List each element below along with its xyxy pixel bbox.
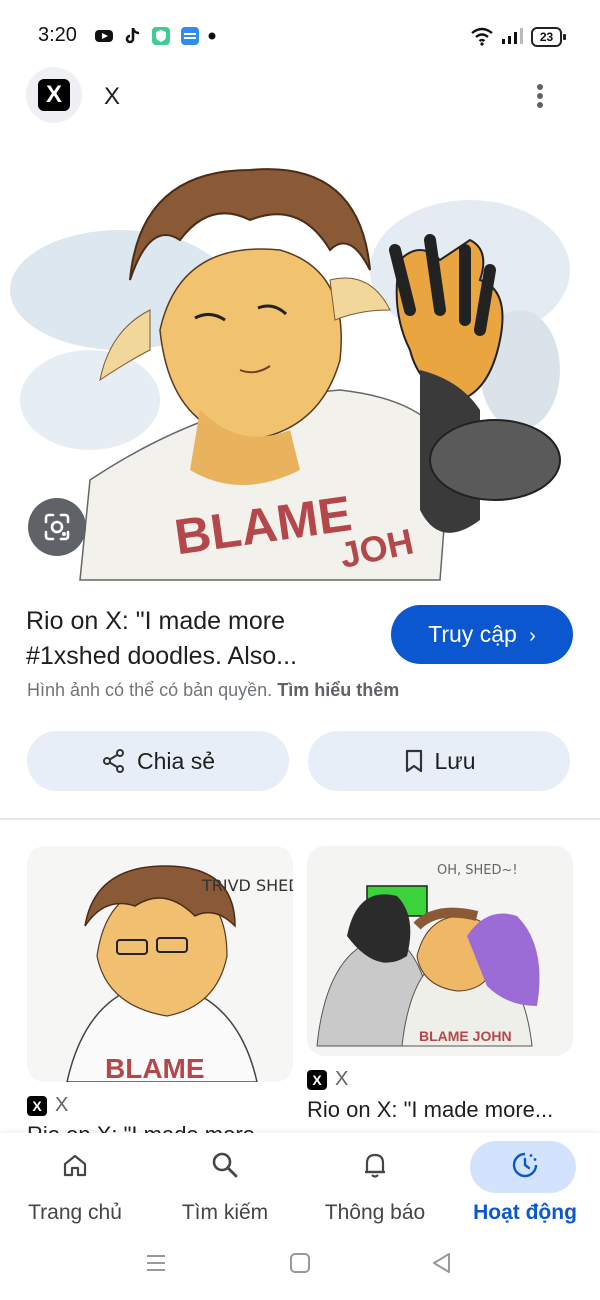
- signal-icon: [502, 28, 523, 44]
- share-icon: [103, 749, 124, 773]
- related-shirt-text-1: BLAME: [105, 1053, 205, 1082]
- copyright-notice: Hình ảnh có thể có bản quyền. Tìm hiểu t…: [27, 680, 399, 701]
- battery-indicator: 23: [531, 27, 566, 47]
- nav-activity-label: Hoạt động: [473, 1201, 577, 1224]
- learn-more-link[interactable]: Tìm hiểu thêm: [277, 680, 399, 700]
- related-title-2[interactable]: Rio on X: "I made more...: [307, 1097, 573, 1127]
- lens-icon: [44, 513, 70, 541]
- recent-apps-icon[interactable]: [145, 1253, 167, 1273]
- copyright-text: Hình ảnh có thể có bản quyền.: [27, 680, 273, 700]
- vpn-shield-icon: [152, 27, 170, 45]
- section-divider: [0, 818, 600, 820]
- home-button-icon[interactable]: [289, 1252, 311, 1274]
- nav-notifications-label: Thông báo: [324, 1201, 426, 1224]
- related-source-2[interactable]: X X: [307, 1068, 348, 1091]
- wifi-icon: [471, 27, 493, 46]
- nav-activity[interactable]: Hoạt động: [450, 1133, 600, 1241]
- result-title[interactable]: Rio on X: "I made more #1xshed doodles. …: [26, 604, 366, 674]
- site-name[interactable]: X: [104, 83, 120, 111]
- nav-search[interactable]: Tìm kiếm: [150, 1133, 300, 1241]
- more-options-icon[interactable]: [526, 82, 554, 110]
- save-label: Lưu: [434, 747, 476, 774]
- visit-button[interactable]: Truy cập ›: [391, 605, 573, 664]
- related-art-text-1: TRIVD SHEDD: [201, 876, 293, 895]
- google-lens-button[interactable]: [28, 498, 86, 556]
- site-logo-button[interactable]: X: [26, 67, 82, 123]
- nav-home[interactable]: Trang chủ: [0, 1133, 150, 1241]
- related-title-text-1: Rio on X: "I made more...: [27, 1122, 273, 1133]
- nav-search-label: Tìm kiếm: [181, 1201, 269, 1224]
- noveltoon-icon: [181, 27, 199, 45]
- main-result-image[interactable]: BLAME JOH: [0, 140, 600, 584]
- nav-home-label: Trang chủ: [28, 1201, 122, 1224]
- youtube-icon: [95, 30, 113, 42]
- back-icon[interactable]: [431, 1252, 453, 1274]
- related-title-1[interactable]: Rio on X: "I made more...: [27, 1122, 293, 1133]
- nav-notifications[interactable]: Thông báo: [300, 1133, 450, 1241]
- share-button[interactable]: Chia sẻ: [27, 731, 289, 791]
- save-button[interactable]: Lưu: [308, 731, 570, 791]
- related-source-name-2: X: [335, 1068, 349, 1090]
- status-bar: 3:20 23: [0, 0, 600, 72]
- system-navigation-bar: [0, 1241, 600, 1300]
- related-source-name-1: X: [55, 1094, 69, 1116]
- artwork-illustration: BLAME JOH: [10, 168, 570, 581]
- x-source-icon: X: [307, 1069, 327, 1090]
- bell-icon: [365, 1153, 385, 1178]
- x-source-icon: X: [27, 1095, 47, 1116]
- bookmark-icon: [405, 749, 422, 773]
- related-title-text-2: Rio on X: "I made more...: [307, 1097, 554, 1122]
- share-label: Chia sẻ: [137, 747, 215, 774]
- chevron-right-icon: ›: [529, 625, 536, 647]
- dot-icon: [208, 32, 216, 40]
- home-icon: [63, 1154, 87, 1177]
- status-time: 3:20: [38, 24, 77, 46]
- activity-icon: [512, 1152, 538, 1178]
- related-image-2[interactable]: OH, SHED~! BLAME JOHN: [307, 846, 573, 1056]
- related-artwork-2: OH, SHED~! BLAME JOHN: [307, 846, 573, 1056]
- tiktok-icon: [125, 28, 140, 44]
- visit-label: Truy cập: [428, 621, 517, 647]
- related-image-1[interactable]: TRIVD SHEDD BLAME: [27, 846, 293, 1082]
- x-logo-icon: X: [38, 79, 70, 111]
- related-source-1[interactable]: X X: [27, 1094, 68, 1117]
- related-artwork-1: TRIVD SHEDD BLAME: [27, 846, 293, 1082]
- bottom-navigation: Trang chủ Tìm kiếm Thông báo Hoạt động: [0, 1133, 600, 1241]
- search-icon: [212, 1152, 238, 1178]
- result-header: [0, 64, 600, 128]
- related-shirt-text-2: BLAME JOHN: [419, 1028, 512, 1044]
- related-art-text-2: OH, SHED~!: [437, 863, 518, 878]
